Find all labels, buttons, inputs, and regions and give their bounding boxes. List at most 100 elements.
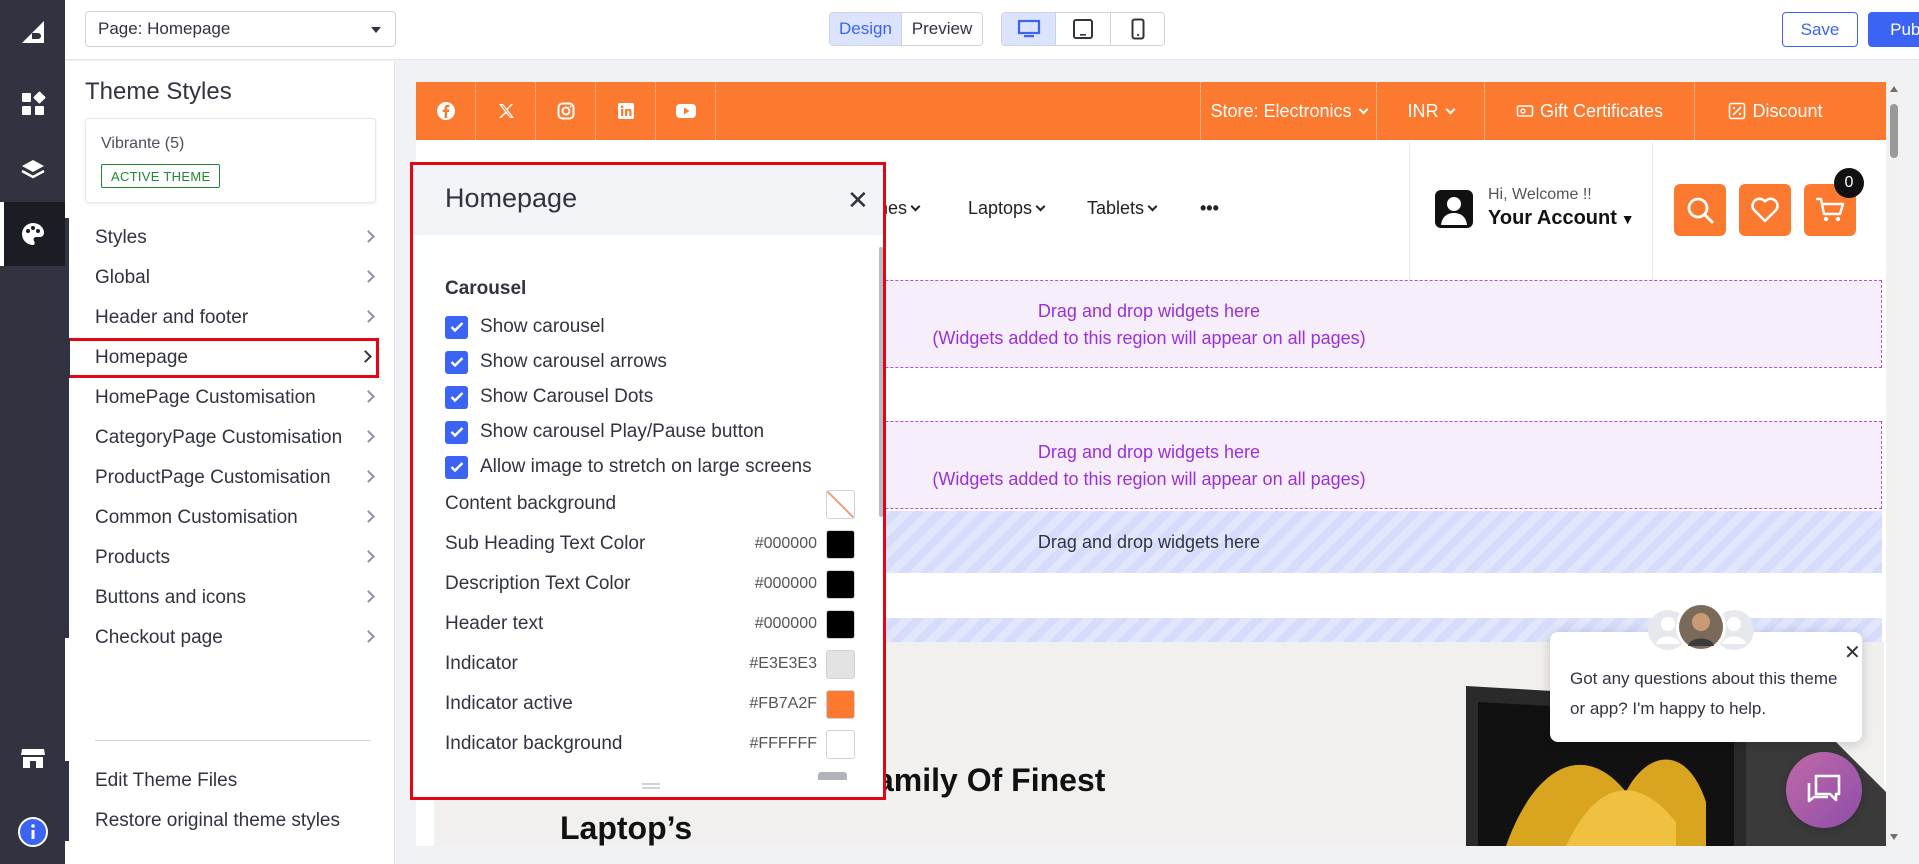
top-bar: Page: Homepage Design Preview Save Publi… <box>65 0 1919 60</box>
edit-theme-files-link[interactable]: Edit Theme Files <box>65 761 395 801</box>
show-carousel-arrows-checkbox[interactable]: Show carousel arrows <box>445 349 667 375</box>
color-swatch[interactable] <box>826 649 855 679</box>
user-icon[interactable] <box>1434 189 1474 229</box>
color-hex: #FB7A2F <box>749 695 817 712</box>
sidebar-item-checkout-page[interactable]: Checkout page <box>65 618 395 658</box>
layers-icon[interactable] <box>0 138 65 202</box>
publish-button[interactable]: Publish <box>1868 12 1919 47</box>
header-text-color-row: Header text #000000 <box>445 609 855 639</box>
color-label: Indicator active <box>445 693 573 714</box>
hero-heading-line2: Laptop’s <box>560 810 693 846</box>
theme-styles-palette-icon[interactable] <box>0 202 65 266</box>
scrollbar-thumb[interactable] <box>1890 104 1898 158</box>
store-selector[interactable]: Store: Electronics <box>1200 82 1376 140</box>
preview-tab[interactable]: Preview <box>902 13 982 45</box>
welcome-text: Hi, Welcome !! <box>1488 186 1592 203</box>
sidebar-item-homepage[interactable]: Homepage <box>65 338 379 378</box>
chat-prompt-text: Got any questions about this theme or ap… <box>1570 669 1838 718</box>
bigcommerce-logo-icon[interactable] <box>0 0 65 64</box>
color-swatch[interactable] <box>826 609 855 639</box>
device-toggle <box>1001 12 1165 46</box>
sidebar-item-label: Products <box>95 547 170 568</box>
sidebar-item-label: Buttons and icons <box>95 587 247 608</box>
chevron-right-icon <box>362 630 375 643</box>
sidebar-item-styles[interactable]: Styles <box>65 218 395 258</box>
chat-prompt-card[interactable]: Got any questions about this theme or ap… <box>1550 632 1862 742</box>
sidebar-item-header-footer[interactable]: Header and footer <box>65 298 395 338</box>
theme-styles-sidebar: Theme Styles Vibrante (5) ACTIVE THEME S… <box>65 61 395 864</box>
facebook-icon[interactable] <box>416 82 476 140</box>
sidebar-item-common-customisation[interactable]: Common Customisation <box>65 498 395 538</box>
discount-link[interactable]: Discount <box>1694 82 1856 140</box>
design-tab[interactable]: Design <box>830 13 902 45</box>
chevron-down-icon <box>1147 201 1158 212</box>
currency-selector[interactable]: INR <box>1376 82 1484 140</box>
currency-label: INR <box>1407 100 1439 121</box>
color-swatch[interactable] <box>826 529 855 559</box>
scroll-up-arrow-icon[interactable] <box>1890 86 1898 92</box>
checkbox-checked-icon[interactable] <box>445 315 468 339</box>
instagram-icon[interactable] <box>536 82 596 140</box>
nav-label: Tablets <box>1087 198 1145 218</box>
mobile-view-button[interactable] <box>1111 13 1164 45</box>
checkbox-checked-icon[interactable] <box>445 455 468 479</box>
info-icon[interactable] <box>0 800 65 864</box>
gift-certificates-link[interactable]: Gift Certificates <box>1484 82 1694 140</box>
color-swatch[interactable] <box>826 489 855 519</box>
chat-button[interactable] <box>1786 752 1862 828</box>
chevron-right-icon <box>362 310 375 323</box>
desktop-view-button[interactable] <box>1002 13 1056 45</box>
panel-scrollbar-thumb[interactable] <box>879 247 883 517</box>
checkbox-checked-icon[interactable] <box>445 350 468 374</box>
color-swatch[interactable] <box>818 772 847 780</box>
sidebar-item-global[interactable]: Global <box>65 258 395 298</box>
show-carousel-dots-checkbox[interactable]: Show Carousel Dots <box>445 384 653 410</box>
resize-grip-icon[interactable] <box>642 783 660 789</box>
sidebar-item-label: CategoryPage Customisation <box>95 427 343 448</box>
sidebar-item-label: Common Customisation <box>95 507 298 528</box>
sidebar-item-productpage-customisation[interactable]: ProductPage Customisation <box>65 458 395 498</box>
restore-theme-styles-link[interactable]: Restore original theme styles <box>65 801 395 841</box>
chevron-right-icon <box>362 430 375 443</box>
sidebar-item-products[interactable]: Products <box>65 538 395 578</box>
linkedin-icon[interactable] <box>596 82 656 140</box>
show-play-pause-checkbox[interactable]: Show carousel Play/Pause button <box>445 419 764 445</box>
tablet-view-button[interactable] <box>1056 13 1111 45</box>
close-icon[interactable]: ✕ <box>847 185 869 216</box>
search-button[interactable] <box>1674 184 1726 236</box>
color-label: Content background <box>445 493 617 514</box>
nav-item-tablets[interactable]: Tablets <box>1087 198 1158 219</box>
page-select[interactable]: Page: Homepage <box>85 11 396 47</box>
stretch-image-checkbox[interactable]: Allow image to stretch on large screens <box>445 454 812 480</box>
scroll-down-arrow-icon[interactable] <box>1890 834 1898 840</box>
preview-scrollbar[interactable] <box>1886 82 1902 846</box>
color-swatch[interactable] <box>826 689 855 719</box>
youtube-icon[interactable] <box>656 82 716 140</box>
indicator-color-row: Indicator #E3E3E3 <box>445 649 855 679</box>
sidebar-title: Theme Styles <box>85 78 232 105</box>
nav-item-laptops[interactable]: Laptops <box>968 198 1046 219</box>
nav-more-button[interactable]: ••• <box>1200 198 1219 219</box>
color-swatch[interactable] <box>826 729 855 759</box>
save-button[interactable]: Save <box>1782 12 1858 47</box>
your-account-link[interactable]: Your Account ▼ <box>1488 207 1635 230</box>
color-label: Indicator <box>445 653 518 674</box>
close-icon[interactable]: ✕ <box>1844 640 1861 665</box>
left-rail <box>0 0 65 864</box>
dashboard-icon[interactable] <box>0 72 65 136</box>
sidebar-item-homepage-customisation[interactable]: HomePage Customisation <box>65 378 395 418</box>
color-label: Description Text Color <box>445 573 631 594</box>
x-twitter-icon[interactable] <box>476 82 536 140</box>
chevron-down-icon <box>1035 201 1046 212</box>
homepage-settings-panel: Homepage ✕ Carousel Show carousel Show c… <box>410 162 886 800</box>
storefront-icon[interactable] <box>0 726 65 790</box>
color-swatch[interactable] <box>826 569 855 599</box>
heart-icon <box>1751 197 1779 223</box>
show-carousel-checkbox[interactable]: Show carousel <box>445 314 605 340</box>
checkbox-checked-icon[interactable] <box>445 385 468 409</box>
color-label: Sub Heading Text Color <box>445 533 646 554</box>
sidebar-item-buttons-icons[interactable]: Buttons and icons <box>65 578 395 618</box>
checkbox-checked-icon[interactable] <box>445 420 468 444</box>
sidebar-item-categorypage-customisation[interactable]: CategoryPage Customisation <box>65 418 395 458</box>
wishlist-button[interactable] <box>1739 184 1791 236</box>
